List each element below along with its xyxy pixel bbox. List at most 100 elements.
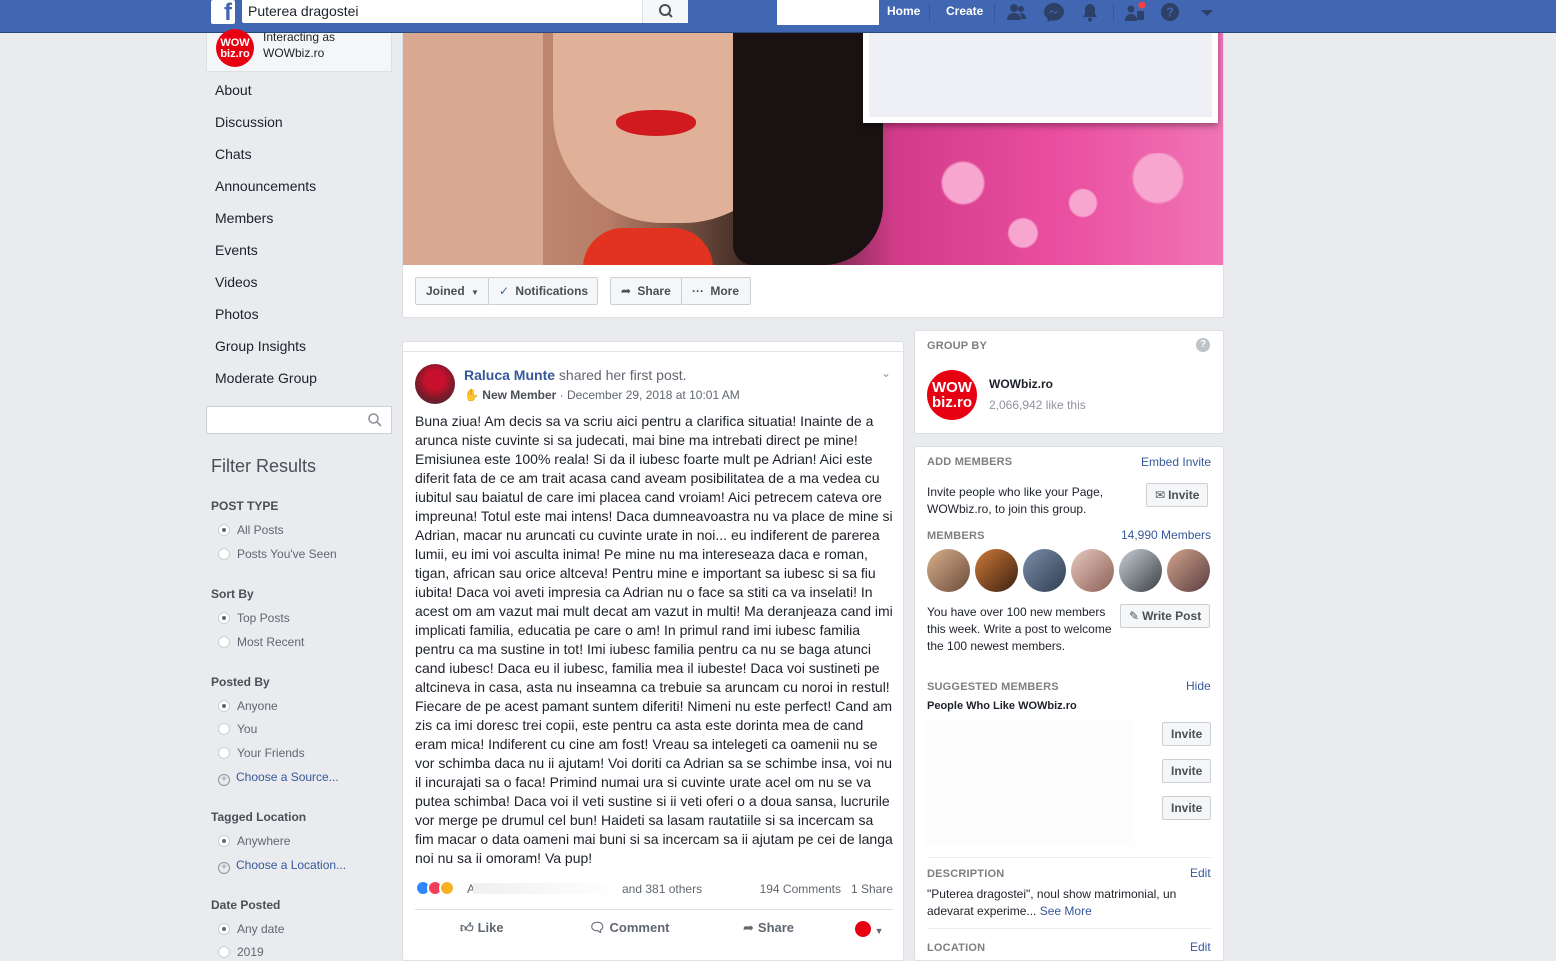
group-search-input[interactable] — [206, 406, 392, 434]
like-button[interactable]: 👍︎ Like — [460, 920, 504, 936]
help-icon[interactable]: ? — [1159, 2, 1181, 22]
profile-link[interactable] — [777, 0, 879, 25]
search-button[interactable] — [642, 0, 688, 23]
member-avatar[interactable] — [1167, 549, 1210, 592]
sidebar-item-chats[interactable]: Chats — [206, 142, 392, 174]
comments-count[interactable]: 194 Comments — [760, 882, 841, 896]
write-post-button[interactable]: ✎ Write Post — [1120, 604, 1211, 628]
filter-results-title: Filter Results — [211, 456, 317, 476]
plus-icon: + — [218, 862, 230, 874]
notifications-icon[interactable] — [1079, 2, 1101, 22]
see-more-link[interactable]: See More — [1040, 904, 1092, 918]
share-button[interactable]: ➦ Share — [610, 277, 682, 305]
logo-text-bottom: biz.ro — [932, 394, 972, 411]
member-avatar[interactable] — [1023, 549, 1066, 592]
invite-label: Invite — [1168, 488, 1200, 502]
sidebar-item-about[interactable]: About — [206, 78, 392, 110]
sidebar-item-group-insights[interactable]: Group Insights — [206, 334, 392, 366]
edit-description-link[interactable]: Edit — [1190, 866, 1211, 880]
sidebar-item-members[interactable]: Members — [206, 206, 392, 238]
invite-button[interactable]: ✉ Invite — [1146, 483, 1209, 507]
member-avatar[interactable] — [1119, 549, 1162, 592]
filter-option-2019[interactable]: 2019 — [218, 944, 264, 960]
search-input[interactable] — [248, 2, 638, 20]
messenger-icon[interactable] — [1043, 2, 1065, 22]
sort-by-label: Sort By — [211, 587, 254, 601]
facebook-logo[interactable]: f — [211, 0, 235, 24]
post-date[interactable]: December 29, 2018 at 10:01 AM — [567, 388, 740, 402]
sidebar-item-photos[interactable]: Photos — [206, 302, 392, 334]
reactors-names[interactable] — [473, 883, 621, 894]
author-avatar[interactable] — [415, 364, 455, 404]
write-post-label: Write Post — [1142, 609, 1202, 623]
cover-lips — [616, 110, 696, 136]
filter-option-your-friends[interactable]: Your Friends — [218, 745, 305, 761]
hide-link[interactable]: Hide — [1186, 679, 1211, 693]
group-requests-icon[interactable] — [1123, 2, 1145, 22]
filter-option-all-posts[interactable]: All Posts — [218, 522, 284, 538]
post-header: Raluca Munte shared her first post. — [464, 367, 687, 383]
search-icon — [659, 4, 673, 18]
wowbiz-avatar: WOW biz.ro — [216, 29, 254, 67]
choose-source-link[interactable]: + Choose a Source... — [218, 769, 339, 786]
invite-suggested-button[interactable]: Invite — [1162, 759, 1212, 783]
caret-down-icon: ▼ — [471, 288, 479, 297]
thumbs-up-icon: 👍︎ — [460, 920, 474, 935]
section-divider — [927, 857, 1211, 858]
nav-divider — [994, 4, 995, 22]
post-options-chevron-icon[interactable]: ⌄ — [881, 366, 891, 380]
post-type-label: POST TYPE — [211, 499, 279, 513]
suggested-members-label: SUGGESTED MEMBERS — [927, 681, 1059, 693]
author-name[interactable]: Raluca Munte — [464, 367, 555, 383]
tagged-location-label: Tagged Location — [211, 810, 307, 824]
sidebar-item-moderate-group[interactable]: Moderate Group — [206, 366, 392, 398]
post-as-selector[interactable]: ▼ — [855, 921, 884, 937]
question-icon[interactable]: ? — [1196, 338, 1210, 352]
reactions-others[interactable]: and 381 others — [622, 882, 702, 896]
wowbiz-page-avatar[interactable]: WOW biz.ro — [927, 370, 977, 420]
nav-divider — [929, 4, 930, 22]
member-avatar[interactable] — [1071, 549, 1114, 592]
filter-option-posts-seen[interactable]: Posts You've Seen — [218, 546, 337, 562]
joined-button[interactable]: Joined ▼ — [415, 277, 489, 305]
share-arrow-icon: ➦ — [621, 284, 632, 298]
sidebar-item-videos[interactable]: Videos — [206, 270, 392, 302]
comment-button[interactable]: 🗨︎ Comment — [589, 920, 669, 936]
filter-option-most-recent[interactable]: Most Recent — [218, 634, 304, 650]
choose-location-link[interactable]: + Choose a Location... — [218, 857, 346, 874]
sidebar-item-events[interactable]: Events — [206, 238, 392, 270]
comment-icon: 🗨︎ — [589, 920, 606, 935]
more-button[interactable]: ··· More — [681, 277, 751, 305]
filter-option-you[interactable]: You — [218, 721, 257, 737]
members-count-link[interactable]: 14,990 Members — [1121, 528, 1211, 542]
group-cover-card: Joined ▼ ✓ Notifications ➦ Share ··· Mor… — [402, 33, 1224, 318]
notifications-label: Notifications — [515, 284, 589, 298]
interacting-as-box[interactable]: WOW biz.ro Interacting as WOWbiz.ro — [206, 29, 392, 72]
member-avatar[interactable] — [975, 549, 1018, 592]
embed-invite-link[interactable]: Embed Invite — [1141, 455, 1211, 469]
feed-post: Raluca Munte shared her first post. ✋ Ne… — [402, 341, 904, 961]
page-name[interactable]: WOWbiz.ro — [989, 377, 1053, 391]
sidebar-item-discussion[interactable]: Discussion — [206, 110, 392, 142]
friends-icon[interactable] — [1006, 2, 1028, 22]
radio-icon — [218, 700, 230, 712]
new-members-text: You have over 100 new members this week.… — [927, 605, 1112, 653]
invite-suggested-button[interactable]: Invite — [1162, 796, 1212, 820]
filter-option-anywhere[interactable]: Anywhere — [218, 833, 290, 849]
share-post-button[interactable]: ➦ Share — [743, 920, 794, 936]
notifications-button[interactable]: ✓ Notifications — [488, 277, 598, 305]
logo-text-bottom: biz.ro — [220, 48, 250, 60]
filter-option-top-posts[interactable]: Top Posts — [218, 610, 290, 626]
shares-count[interactable]: 1 Share — [851, 882, 893, 896]
filter-option-anyone[interactable]: Anyone — [218, 698, 278, 714]
invite-suggested-button[interactable]: Invite — [1162, 722, 1212, 746]
sidebar-item-announcements[interactable]: Announcements — [206, 174, 392, 206]
dropdown-icon[interactable] — [1196, 2, 1218, 22]
share-post-label: Share — [757, 920, 795, 935]
home-link[interactable]: Home — [887, 4, 920, 18]
edit-location-link[interactable]: Edit — [1190, 940, 1211, 954]
create-link[interactable]: Create — [946, 4, 983, 18]
cover-photo[interactable] — [403, 33, 1223, 265]
member-avatar[interactable] — [927, 549, 970, 592]
filter-option-any-date[interactable]: Any date — [218, 921, 284, 937]
